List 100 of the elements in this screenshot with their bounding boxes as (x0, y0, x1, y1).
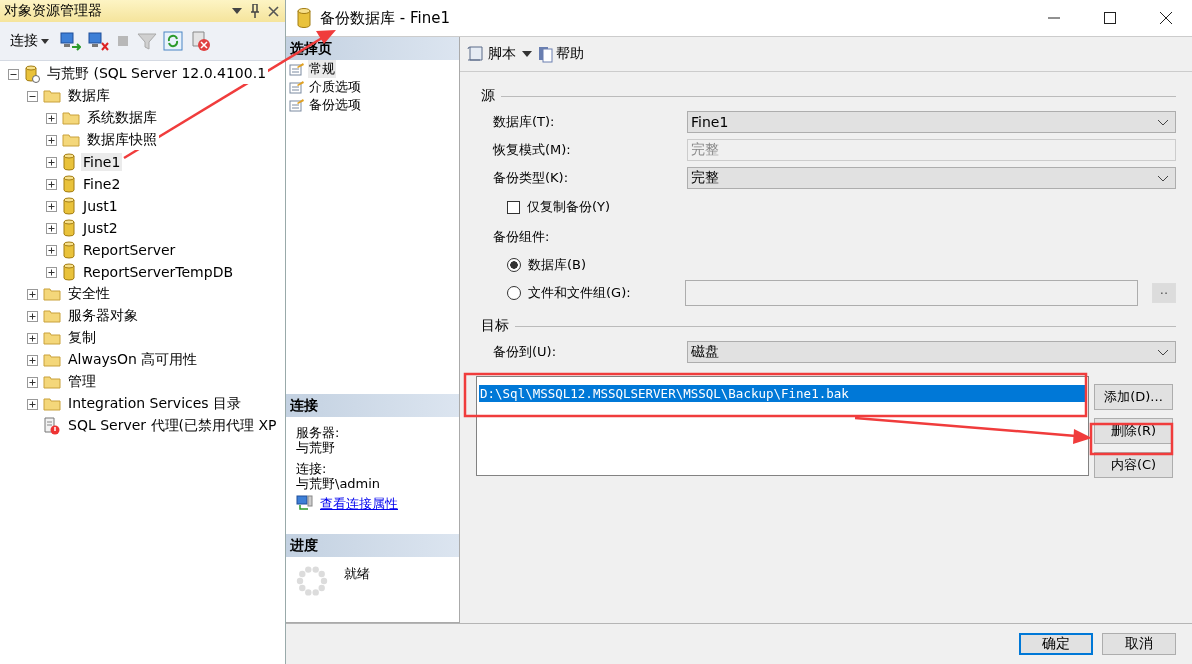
dropdown-icon[interactable] (522, 51, 532, 57)
list-action-button[interactable]: 内容(C) (1094, 452, 1173, 478)
expand-icon[interactable] (46, 134, 57, 146)
connect-button[interactable]: 连接 (8, 32, 53, 50)
expand-icon[interactable] (27, 354, 38, 366)
checkbox[interactable] (507, 200, 520, 214)
disconnect-icon[interactable] (87, 31, 109, 51)
folder-icon (43, 331, 61, 345)
checkbox-label: 仅复制备份(Y) (527, 198, 611, 216)
chevron-icon (1157, 348, 1169, 356)
page-item[interactable]: 常规 (308, 60, 336, 78)
tree-item[interactable]: 与荒野 (SQL Server 12.0.4100.1 (45, 64, 269, 84)
radio-label: 文件和文件组(G): (528, 284, 632, 302)
close-icon[interactable] (1160, 12, 1172, 24)
expand-icon[interactable] (46, 222, 57, 234)
expand-icon[interactable] (27, 332, 38, 344)
window-title: 备份数据库 - Fine1 (320, 8, 450, 28)
section-header: 进度 (286, 534, 459, 557)
dropdown[interactable]: Fine1 (687, 111, 1176, 133)
group-heading: 目标 (481, 317, 509, 335)
expand-icon[interactable] (27, 398, 38, 410)
collapse-icon[interactable] (8, 68, 19, 80)
radio-button[interactable] (507, 258, 521, 272)
field-label: 备份到(U): (493, 343, 558, 361)
radio-button[interactable] (507, 286, 521, 300)
tree-item[interactable]: Fine1 (81, 153, 123, 171)
expand-icon[interactable] (46, 156, 57, 168)
list-action-button[interactable]: 添加(D)... (1094, 384, 1173, 410)
file-group-field[interactable] (685, 280, 1138, 306)
database-icon (62, 263, 76, 281)
section-header: 连接 (286, 394, 459, 417)
radio-label: 数据库(B) (528, 256, 588, 274)
field-label: 数据库(T): (493, 113, 556, 131)
dropdown[interactable]: 完整 (687, 167, 1176, 189)
database-icon (62, 241, 76, 259)
field-label: 恢复模式(M): (493, 141, 572, 159)
pin-icon[interactable] (250, 4, 260, 18)
caret-icon (41, 38, 49, 44)
tree-item[interactable]: 数据库快照 (85, 130, 159, 150)
folder-icon (43, 353, 61, 367)
page-item[interactable]: 介质选项 (308, 78, 362, 96)
database-icon (296, 7, 312, 29)
folder-icon (43, 397, 61, 411)
refresh-icon[interactable] (163, 31, 183, 51)
browse-button[interactable]: ·· (1152, 283, 1176, 303)
script-button[interactable]: 脚本 (466, 45, 516, 63)
page-icon (289, 80, 305, 94)
tree-item[interactable]: AlwaysOn 高可用性 (66, 350, 200, 370)
help-button[interactable]: 帮助 (538, 45, 584, 63)
expand-icon[interactable] (27, 310, 38, 322)
script-cancel-icon[interactable] (189, 30, 211, 52)
expand-icon[interactable] (46, 244, 57, 256)
database-icon (62, 197, 76, 215)
page-item[interactable]: 备份选项 (308, 96, 362, 114)
connection-label: 连接: (296, 461, 328, 476)
database-icon (62, 153, 76, 171)
dialog-button[interactable]: 取消 (1102, 633, 1176, 655)
collapse-icon[interactable] (27, 90, 38, 102)
list-action-button[interactable]: 删除(R) (1094, 418, 1173, 444)
expand-icon[interactable] (46, 178, 57, 190)
server-icon (24, 65, 40, 83)
close-icon[interactable] (268, 5, 279, 17)
expand-icon[interactable] (46, 200, 57, 212)
file-list-item[interactable]: D:\Sql\MSSQL12.MSSQLSERVER\MSSQL\Backup\Fine1.bak (479, 385, 1086, 402)
database-icon (62, 219, 76, 237)
tree-item[interactable]: Integration Services 目录 (66, 394, 244, 414)
expand-icon[interactable] (27, 376, 38, 388)
panel-title: 对象资源管理器 (4, 2, 103, 20)
agent-icon (43, 417, 61, 435)
dropdown-icon[interactable] (232, 8, 242, 14)
connection-properties-link[interactable]: 查看连接属性 (320, 495, 398, 511)
help-icon (538, 45, 554, 63)
page-icon (289, 62, 305, 76)
connection-icon (296, 495, 314, 511)
chevron-icon (1157, 118, 1169, 126)
spinner-icon (296, 565, 328, 597)
folder-icon (43, 287, 61, 301)
progress-status: 就绪 (344, 565, 370, 583)
field-label: 备份组件: (493, 228, 551, 246)
folder-icon (43, 89, 61, 103)
page-icon (289, 98, 305, 112)
dialog-button[interactable]: 确定 (1019, 633, 1093, 655)
group-heading: 源 (481, 87, 495, 105)
scroll-icon (466, 45, 486, 63)
dropdown[interactable]: 磁盘 (687, 341, 1176, 363)
chevron-icon (1157, 174, 1169, 182)
database-icon (62, 175, 76, 193)
field-label: 备份类型(K): (493, 169, 570, 187)
expand-icon[interactable] (27, 288, 38, 300)
expand-icon[interactable] (46, 266, 57, 278)
connection-name: 与荒野\admin (296, 476, 382, 491)
folder-icon (62, 111, 80, 125)
maximize-icon[interactable] (1104, 12, 1116, 24)
server-name: 与荒野 (296, 440, 336, 455)
folder-icon (62, 133, 80, 147)
connect-icon[interactable] (59, 31, 81, 51)
server-label: 服务器: (296, 425, 341, 440)
folder-icon (43, 375, 61, 389)
expand-icon[interactable] (46, 112, 57, 124)
backup-file-list[interactable]: D:\Sql\MSSQL12.MSSQLSERVER\MSSQL\Backup\Fine1.bak (476, 376, 1089, 476)
